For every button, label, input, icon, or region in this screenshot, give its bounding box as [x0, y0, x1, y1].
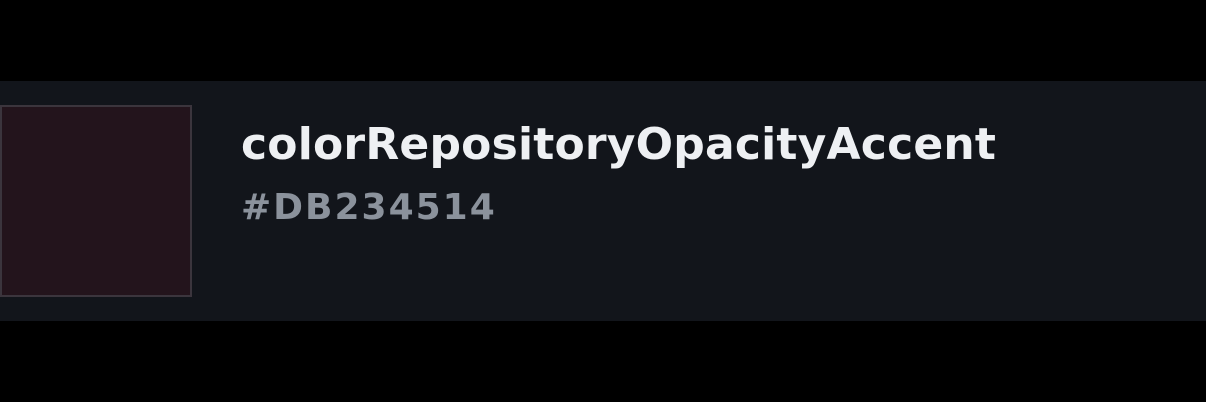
- color-swatch: [0, 105, 192, 297]
- token-name: colorRepositoryOpacityAccent: [241, 119, 997, 170]
- token-hex-value: #DB234514: [241, 187, 497, 228]
- color-token-card: colorRepositoryOpacityAccent #DB234514: [0, 81, 1206, 321]
- token-info: colorRepositoryOpacityAccent #DB234514: [241, 117, 996, 231]
- page: colorRepositoryOpacityAccent #DB234514: [0, 0, 1206, 402]
